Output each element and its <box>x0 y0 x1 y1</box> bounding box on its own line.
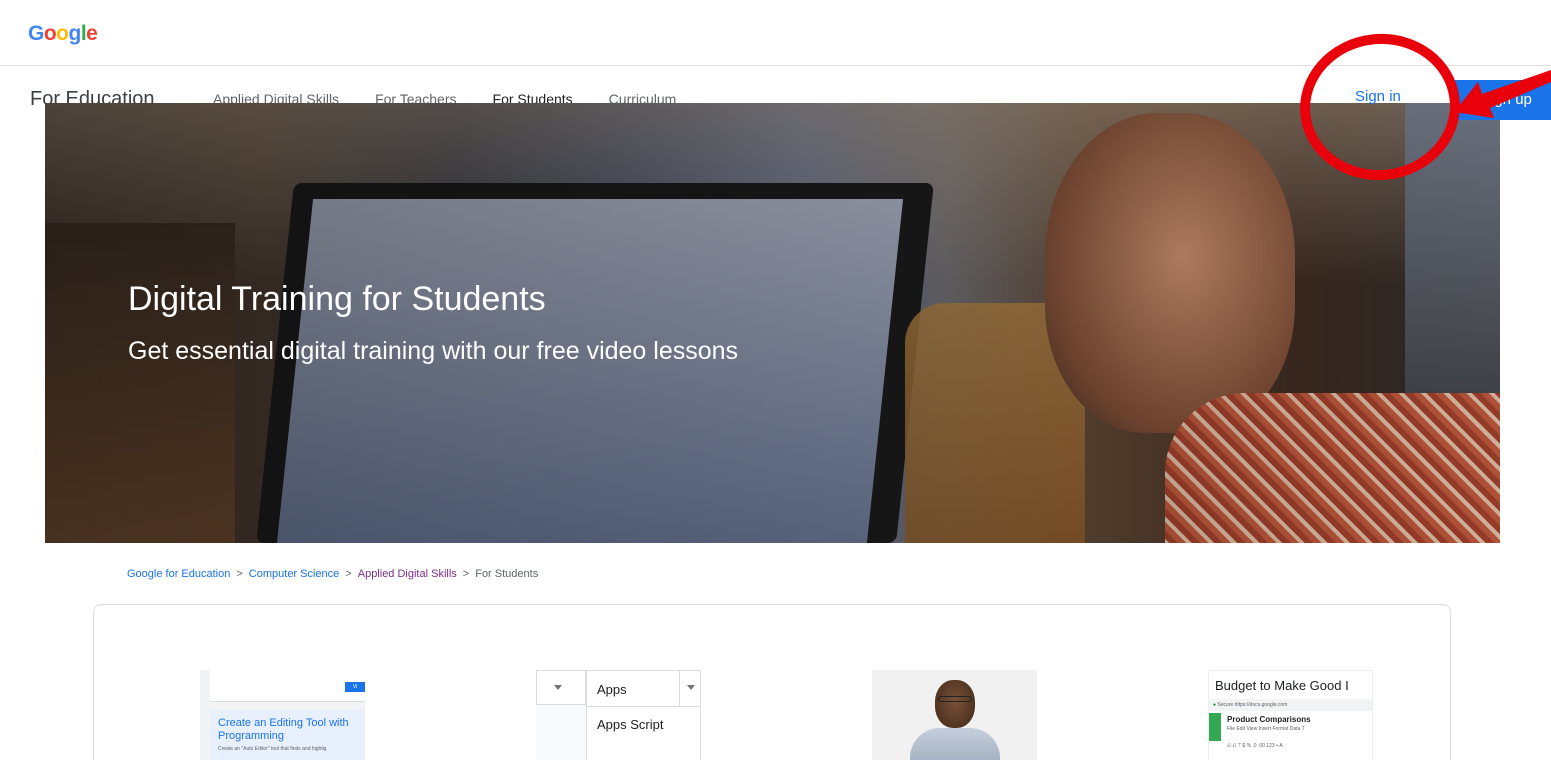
chevron-down-icon <box>554 685 562 690</box>
sign-up-button[interactable]: Sign up <box>1451 80 1551 120</box>
thumbnail-menu: Apps Apps Script <box>586 670 701 760</box>
breadcrumb-applied-digital-skills[interactable]: Applied Digital Skills <box>358 568 457 580</box>
thumbnail-menu-apps-script: Apps Script <box>597 717 664 732</box>
thumbnail-toolbar: ⎌ ⎌ ⊤ $ % .0 .00 123 ▾ A <box>1227 743 1283 749</box>
sheets-icon <box>1209 713 1221 741</box>
thumbnail-doc-name: Product Comparisons <box>1227 715 1311 724</box>
hero-title: Digital Training for Students <box>128 280 546 318</box>
logo-letter: e <box>86 22 98 45</box>
hero-overlay <box>45 103 1500 543</box>
thumbnail-address-bar: ● Secure https://docs.google.com <box>1209 699 1372 711</box>
logo-letter: o <box>56 22 69 45</box>
lock-icon: ● <box>1213 702 1217 708</box>
breadcrumb-for-students: For Students <box>475 568 539 580</box>
google-logo[interactable]: Google <box>28 22 98 46</box>
logo-letter: o <box>43 22 57 45</box>
lesson-thumbnail-instructor[interactable] <box>872 670 1037 760</box>
logo-letter: g <box>68 22 82 45</box>
instructor-glasses <box>938 696 972 702</box>
divider <box>587 706 701 707</box>
thumbnail-lesson-description: Create an "Auto Editor" tool that finds … <box>218 746 327 752</box>
lesson-thumbnail-budget[interactable]: Budget to Make Good I ● Secure https://d… <box>1208 670 1373 760</box>
instructor-shirt <box>910 728 1000 760</box>
sign-in-link[interactable]: Sign in <box>1355 88 1401 105</box>
thumbnail-menu-row: File Edit View Insert Format Data T <box>1227 726 1305 732</box>
thumbnail-menu-apps: Apps <box>597 682 627 697</box>
breadcrumb-google-for-education[interactable]: Google for Education <box>127 568 230 580</box>
thumbnail-lesson-title: Create an Editing Tool with Programming <box>218 717 349 742</box>
thumbnail-header: Vi <box>210 670 365 702</box>
breadcrumb-computer-science[interactable]: Computer Science <box>249 568 340 580</box>
hero-banner: Digital Training for Students Get essent… <box>45 103 1500 543</box>
thumbnail-view-button: Vi <box>345 682 365 692</box>
google-header: Google <box>0 0 1551 66</box>
breadcrumb-separator: > <box>345 568 352 580</box>
thumbnail-lesson-card: Create an Editing Tool with Programming … <box>210 710 365 760</box>
breadcrumb-separator: > <box>462 568 470 580</box>
instructor-head <box>935 680 975 728</box>
logo-letter: G <box>28 22 44 45</box>
divider <box>679 671 680 706</box>
breadcrumb: Google for Education > Computer Science … <box>127 568 538 580</box>
thumbnail-budget-title: Budget to Make Good I <box>1215 678 1349 693</box>
hero-subtitle: Get essential digital training with our … <box>128 337 739 365</box>
breadcrumb-separator: > <box>236 568 243 580</box>
lesson-thumbnail-editing-tool[interactable]: Vi Create an Editing Tool with Programmi… <box>200 670 365 760</box>
thumbnail-address-text: Secure https://docs.google.com <box>1217 702 1288 708</box>
chevron-down-icon <box>687 685 695 690</box>
lesson-thumbnail-apps-script[interactable]: Apps Apps Script <box>536 670 701 760</box>
